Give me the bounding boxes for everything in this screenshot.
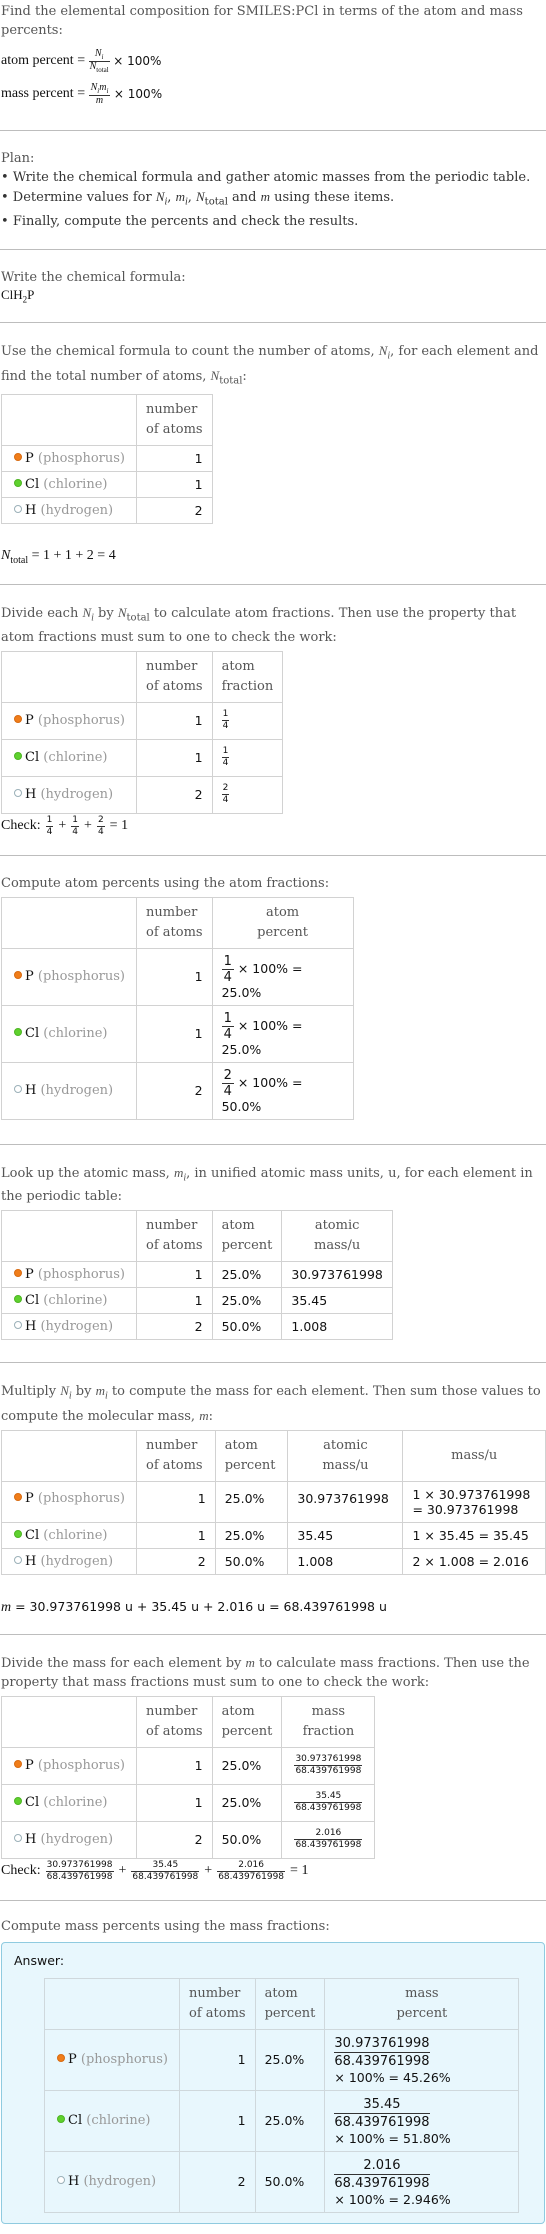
- count-section: Use the chemical formula to count the nu…: [0, 323, 546, 584]
- atom-fraction: 14: [221, 746, 230, 769]
- atom-fraction-table: number of atoms atom fraction P (phosphoru…: [1, 650, 284, 814]
- table-row: Cl (chlorine) 1 14 × 100% = 25.0%: [1, 1004, 354, 1063]
- table-row: H (hydrogen) 2 50.0% 2.016 68.439761998 × …: [44, 2150, 520, 2213]
- phosphorus-dot-icon: [14, 1760, 22, 1769]
- table-header-row: number of atoms atom percent atomic mass/u: [1, 1210, 393, 1263]
- table-header-row: number of atoms atom percent mass percent: [44, 1977, 520, 2030]
- chlorine-dot-icon: [14, 1529, 22, 1538]
- chlorine-dot-icon: [14, 752, 22, 761]
- table-header-row: number of atoms atom percent atomic mass/u …: [1, 1429, 546, 1482]
- table-header-row: number of atoms atom percent: [1, 896, 354, 949]
- table-row: H (hydrogen) 2 24 × 100% = 50.0%: [1, 1061, 354, 1120]
- table-row: P (phosphorus) 1 25.0% 30.973761998 68.43…: [44, 2028, 520, 2091]
- mass-section: Multiply Ni by mi to compute the mass fo…: [0, 1363, 546, 1634]
- mass-fraction-check: Check: 30.973761998 68.439761998 + 35.45 6…: [1, 1859, 309, 1882]
- hydrogen-dot-icon: [14, 1555, 22, 1564]
- phosphorus-dot-icon: [14, 971, 22, 980]
- hydrogen-dot-icon: [14, 1085, 22, 1094]
- table-row: P (phosphorus) 1 14: [1, 701, 284, 740]
- answer-box: Answer: number of atoms atom percent mass p…: [1, 1941, 545, 2224]
- mass-fraction-table: number of atoms atom percent mass fraction …: [1, 1695, 376, 1859]
- mass-percent-formula: mass percent = Nimi m × 100%: [1, 81, 163, 106]
- formula-section: Write the chemical formula: ClH2P: [0, 250, 546, 323]
- atom-fraction: 24: [221, 783, 230, 806]
- plan-item: • Write the chemical formula and gather …: [1, 170, 531, 185]
- phosphorus-dot-icon: [57, 2054, 65, 2063]
- table-row: Cl (chlorine) 1: [1, 471, 213, 499]
- hydrogen-dot-icon: [57, 2176, 65, 2185]
- table-row: P (phosphorus) 1 14 × 100% = 25.0%: [1, 947, 354, 1006]
- plan-heading: Plan:: [1, 151, 35, 166]
- atom-percent-section: Compute atom percents using the atom fra…: [0, 856, 546, 1138]
- table-row: Cl (chlorine) 1 25.0% 35.45: [1, 1287, 393, 1315]
- chlorine-dot-icon: [14, 1295, 22, 1304]
- table-row: Cl (chlorine) 1 25.0% 35.45 68.439761998 ×…: [44, 2089, 520, 2152]
- table-row: Cl (chlorine) 1 25.0% 35.45 1 × 35.45 = …: [1, 1521, 546, 1549]
- fraction-text: Divide each Ni by Ntotal to calculate at…: [1, 605, 517, 645]
- mass-table: number of atoms atom percent atomic mass/u …: [1, 1429, 546, 1575]
- table-row: Cl (chlorine) 1 25.0% 35.45 68.439761998: [1, 1783, 376, 1822]
- formula-heading: Write the chemical formula:: [1, 269, 186, 285]
- chlorine-dot-icon: [14, 1797, 22, 1806]
- chlorine-dot-icon: [57, 2115, 65, 2124]
- mass-fraction-section: Divide the mass for each element by m to…: [0, 1635, 546, 1900]
- chlorine-dot-icon: [14, 1028, 22, 1037]
- plan-item: • Finally, compute the percents and chec…: [1, 213, 359, 229]
- atom-fraction: 14: [221, 709, 230, 732]
- intro-title: Find the elemental composition for SMILE…: [1, 4, 523, 38]
- count-text: Use the chemical formula to count the nu…: [1, 343, 539, 387]
- hydrogen-dot-icon: [14, 789, 22, 798]
- table-row: H (hydrogen) 2 50.0% 1.008: [1, 1313, 393, 1341]
- mass-percent-text: Compute mass percents using the mass fra…: [1, 1918, 330, 1934]
- hydrogen-dot-icon: [14, 505, 22, 514]
- table-row: H (hydrogen) 2: [1, 497, 213, 525]
- atomic-mass-table: number of atoms atom percent atomic mass/u …: [1, 1210, 393, 1341]
- table-row: H (hydrogen) 2 50.0% 1.008 2 × 1.008 = 2…: [1, 1547, 546, 1575]
- atomic-mass-text: Look up the atomic mass, mi, in unified …: [1, 1164, 533, 1205]
- hydrogen-dot-icon: [14, 1321, 22, 1330]
- atom-fraction-section: Divide each Ni by Ntotal to calculate at…: [0, 585, 546, 855]
- atom-count-table: number of atoms P (phosphorus) 1 Cl (chlo…: [1, 394, 213, 525]
- hydrogen-dot-icon: [14, 1834, 22, 1843]
- table-header-row: number of atoms: [1, 394, 213, 447]
- table-header-row: number of atoms atom percent mass fraction: [1, 1695, 376, 1748]
- table-row: P (phosphorus) 1 25.0% 30.973761998 1 × …: [1, 1480, 546, 1523]
- intro-section: Find the elemental composition for SMILE…: [0, 0, 546, 110]
- mass-percent-fraction: Nimi m: [88, 81, 111, 106]
- atom-percent-table: number of atoms atom percent P (phosphorus…: [1, 896, 354, 1120]
- fraction-check: Check: 14 + 14 + 24 = 1: [1, 814, 129, 837]
- mass-text: Multiply Ni by mi to compute the mass fo…: [1, 1383, 541, 1424]
- chlorine-dot-icon: [14, 479, 22, 488]
- total-atoms-equation: Ntotal = 1 + 1 + 2 = 4: [1, 548, 116, 567]
- table-row: Cl (chlorine) 1 14: [1, 738, 284, 777]
- phosphorus-dot-icon: [14, 1269, 22, 1278]
- table-row: P (phosphorus) 1 25.0% 30.973761998 68.43…: [1, 1746, 376, 1785]
- chemical-formula: ClH2P: [1, 286, 35, 305]
- phosphorus-dot-icon: [14, 453, 22, 462]
- atom-percent-text: Compute atom percents using the atom fra…: [1, 875, 330, 891]
- table-row: H (hydrogen) 2 24: [1, 775, 284, 814]
- answer-label: Answer:: [14, 1952, 65, 1968]
- table-row: H (hydrogen) 2 50.0% 2.016 68.439761998: [1, 1820, 376, 1859]
- table-row: P (phosphorus) 1 25.0% 30.973761998: [1, 1261, 393, 1289]
- table-header-row: number of atoms atom fraction: [1, 650, 284, 703]
- phosphorus-dot-icon: [14, 715, 22, 724]
- table-row: P (phosphorus) 1: [1, 445, 213, 473]
- atomic-mass-section: Look up the atomic mass, mi, in unified …: [0, 1145, 546, 1359]
- atom-percent-fraction: Ni Ntotal: [88, 47, 110, 74]
- mass-percent-table: number of atoms atom percent mass percent P…: [44, 1977, 520, 2213]
- mass-fraction-text: Divide the mass for each element by m to…: [1, 1654, 530, 1690]
- atom-percent-formula: atom percent = Ni Ntotal × 100%: [1, 47, 162, 74]
- plan-section: Plan: • Write the chemical formula and g…: [0, 131, 546, 249]
- phosphorus-dot-icon: [14, 1492, 22, 1501]
- molecular-mass-equation: m = 30.973761998 u + 35.45 u + 2.016 u =…: [1, 1598, 387, 1615]
- mass-percent-section: Compute mass percents using the mass fra…: [0, 1901, 546, 2224]
- plan-item: • Determine values for Ni, mi, Ntotal an…: [1, 189, 395, 208]
